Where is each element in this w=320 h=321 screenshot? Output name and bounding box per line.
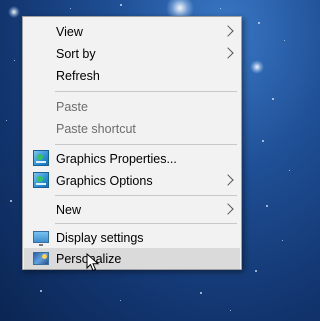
star bbox=[220, 8, 221, 9]
chevron-right-icon bbox=[222, 47, 234, 59]
star bbox=[200, 292, 202, 294]
menu-item-label: Graphics Properties... bbox=[56, 152, 177, 166]
personalize-icon bbox=[33, 252, 49, 265]
menu-item-view[interactable]: View bbox=[24, 21, 240, 42]
menu-item-label: Paste shortcut bbox=[56, 122, 136, 136]
bright-star bbox=[8, 6, 20, 18]
menu-separator bbox=[55, 91, 237, 92]
menu-item-refresh[interactable]: Refresh bbox=[24, 65, 240, 86]
star bbox=[230, 310, 231, 311]
menu-item-display-settings[interactable]: Display settings bbox=[24, 227, 240, 248]
star bbox=[258, 22, 260, 24]
menu-item-label: View bbox=[56, 25, 83, 39]
graphics-icon bbox=[33, 172, 49, 188]
menu-item-new[interactable]: New bbox=[24, 199, 240, 220]
menu-item-label: Display settings bbox=[56, 231, 144, 245]
star bbox=[10, 200, 12, 202]
menu-item-graphics-options[interactable]: Graphics Options bbox=[24, 170, 240, 191]
menu-separator bbox=[55, 223, 237, 224]
menu-item-sort-by[interactable]: Sort by bbox=[24, 43, 240, 64]
menu-item-paste[interactable]: Paste bbox=[24, 96, 240, 117]
menu-separator bbox=[55, 195, 237, 196]
arrow-pointer-icon bbox=[86, 253, 100, 272]
star bbox=[255, 270, 257, 272]
display-icon bbox=[33, 231, 49, 246]
star bbox=[266, 205, 268, 207]
chevron-right-icon bbox=[222, 25, 234, 37]
chevron-right-icon bbox=[222, 174, 234, 186]
star bbox=[120, 300, 121, 301]
menu-item-label: Graphics Options bbox=[56, 174, 153, 188]
menu-item-label: Paste bbox=[56, 100, 88, 114]
chevron-right-icon bbox=[222, 203, 234, 215]
graphics-icon bbox=[33, 150, 49, 166]
menu-item-label: Sort by bbox=[56, 47, 96, 61]
menu-item-personalize[interactable]: Personalize bbox=[24, 248, 240, 269]
menu-separator bbox=[55, 144, 237, 145]
star bbox=[284, 40, 285, 41]
star bbox=[70, 8, 71, 9]
menu-item-paste-shortcut[interactable]: Paste shortcut bbox=[24, 118, 240, 139]
desktop-context-menu: View Sort by Refresh Paste Paste shortcu… bbox=[22, 16, 242, 270]
star bbox=[40, 290, 42, 292]
menu-item-label: New bbox=[56, 203, 82, 217]
star bbox=[272, 98, 274, 100]
star bbox=[289, 170, 290, 171]
star bbox=[14, 60, 15, 61]
star bbox=[282, 240, 283, 241]
bright-star bbox=[250, 60, 264, 74]
star bbox=[262, 140, 264, 142]
menu-item-graphics-properties[interactable]: Graphics Properties... bbox=[24, 148, 240, 169]
star bbox=[120, 4, 122, 6]
star bbox=[6, 120, 7, 121]
menu-item-label: Refresh bbox=[56, 69, 100, 83]
